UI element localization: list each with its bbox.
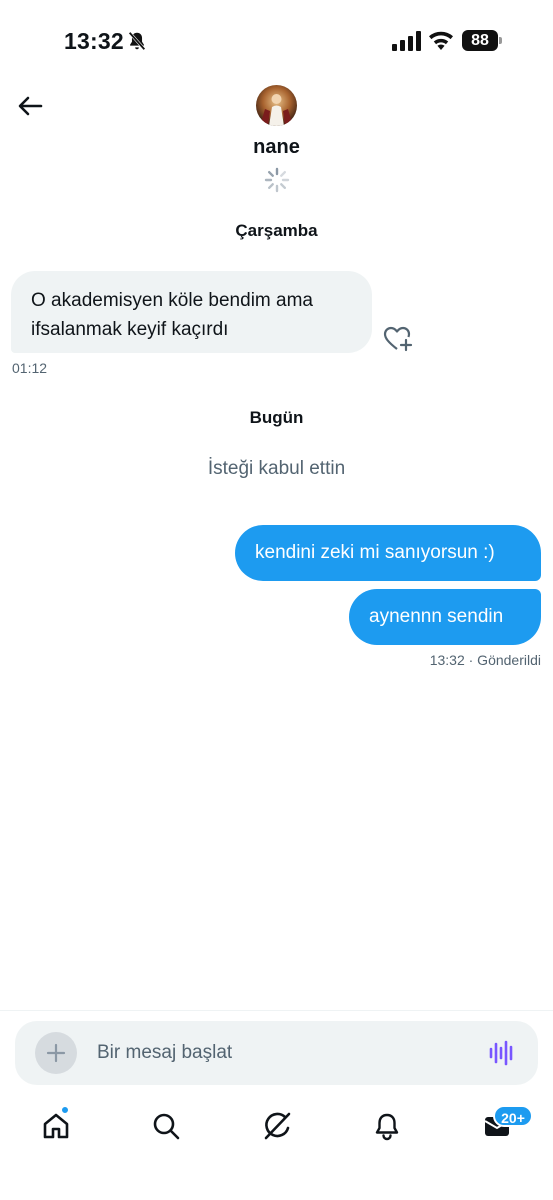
wifi-icon (429, 31, 453, 50)
date-separator: Bugün (249, 408, 304, 427)
outgoing-message-bubble[interactable]: aynennn sendin (349, 589, 541, 645)
message-status: 13:32 · Gönderildi (429, 652, 541, 668)
arrow-left-icon (18, 96, 43, 116)
add-reaction-heart-icon[interactable] (383, 325, 413, 353)
add-attachment-button[interactable] (35, 1032, 77, 1074)
nav-notifications[interactable] (369, 1108, 405, 1144)
status-bar: 13:32 88 (0, 0, 553, 80)
request-accepted-notice: İsteği kabul ettin (207, 458, 346, 479)
incoming-message-bubble[interactable]: O akademisyen köle bendim ama ifsalanmak… (11, 271, 372, 353)
bell-muted-icon (128, 31, 146, 51)
outgoing-message-bubble[interactable]: kendini zeki mi sanıyorsun :) (235, 525, 541, 581)
back-button[interactable] (14, 90, 46, 122)
nav-grok[interactable] (259, 1108, 295, 1144)
loading-spinner-icon (264, 167, 290, 193)
home-icon (43, 1113, 69, 1139)
date-separator: Çarşamba (235, 221, 318, 240)
plus-icon (46, 1043, 66, 1063)
nav-home[interactable] (38, 1108, 74, 1144)
message-input[interactable] (97, 1037, 467, 1069)
messages-count-badge: 20+ (493, 1105, 533, 1127)
message-timestamp: 01:12 (12, 360, 48, 376)
battery-tip (499, 37, 502, 44)
voice-message-icon[interactable] (487, 1039, 517, 1067)
composer-divider (0, 1010, 553, 1011)
search-icon (153, 1113, 180, 1140)
avatar[interactable] (256, 85, 297, 126)
grok-icon (264, 1112, 291, 1140)
contact-name[interactable]: nane (0, 136, 553, 159)
home-notification-dot (61, 1106, 69, 1114)
battery-level: 88 (462, 30, 498, 51)
message-composer (15, 1021, 538, 1085)
battery-indicator: 88 (462, 30, 502, 51)
nav-search[interactable] (148, 1108, 184, 1144)
notifications-icon (375, 1113, 399, 1141)
status-time: 13:32 (64, 28, 124, 54)
cellular-signal-icon (392, 31, 421, 51)
